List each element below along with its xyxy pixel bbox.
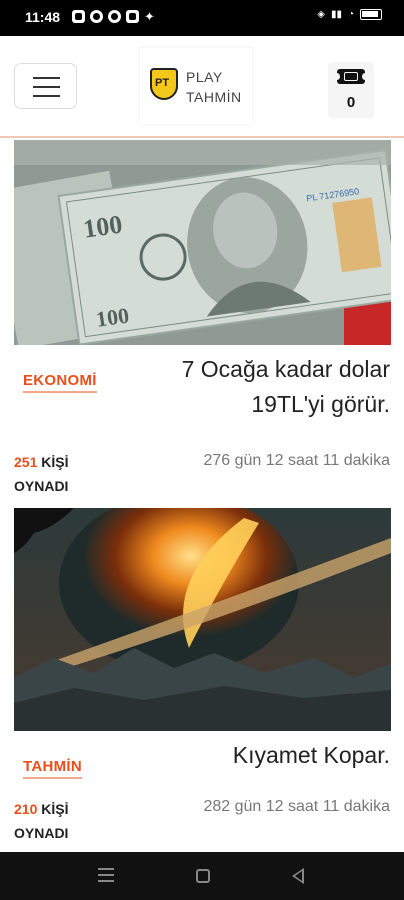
card-2-title[interactable]: Kıyamet Kopar.: [130, 738, 390, 773]
ticket-icon: [334, 69, 368, 84]
system-status: ◈ ▮▮ ◔: [317, 9, 382, 20]
card-2-players-label-2: OYNADI: [14, 825, 69, 841]
vibrate-icon: ◈: [317, 9, 325, 20]
card-2-category[interactable]: TAHMİN: [23, 758, 83, 779]
logo-line-1: PLAY: [186, 69, 223, 85]
logo-text: PLAY TAHMİN: [186, 67, 242, 107]
planet-explosion-image: [14, 508, 391, 731]
card-1-players-label-1: KİŞİ: [41, 454, 69, 470]
card-2-image[interactable]: [14, 508, 391, 731]
logo-line-2: TAHMİN: [186, 89, 242, 105]
card-1-players-label-2: OYNADI: [14, 478, 69, 494]
back-icon[interactable]: [292, 868, 304, 884]
ticket-count: 0: [346, 94, 356, 111]
app-header: PT PLAY TAHMİN 0: [0, 36, 404, 138]
card-1-title[interactable]: 7 Ocağa kadar dolar 19TL'yi görür.: [130, 352, 390, 422]
shield-icon: [126, 10, 139, 23]
ticket-button[interactable]: 0: [328, 62, 374, 118]
battery-icon: [360, 9, 382, 20]
dollar-bills-image: 100 100 PL 71276950: [14, 140, 391, 345]
twitter-icon: ✦: [144, 9, 155, 24]
card-1-players-count: 251: [14, 454, 38, 470]
notification-icons: ✦: [72, 10, 158, 23]
card-2-players: 210 KİŞİ OYNADI: [14, 797, 68, 845]
hamburger-icon-bar: [33, 86, 60, 88]
hamburger-icon: [33, 77, 60, 79]
card-1-remaining-time: 276 gün 12 saat 11 dakika: [203, 452, 390, 469]
menu-button[interactable]: [14, 63, 77, 109]
logo-badge-text: PT: [155, 77, 170, 89]
system-nav-bar: [0, 852, 404, 900]
hamburger-icon-bar: [33, 95, 60, 97]
card-2-players-count: 210: [14, 801, 38, 817]
logo-shield-icon: PT: [150, 68, 178, 100]
signal-icon: ▮▮: [330, 9, 342, 20]
a-icon: [90, 10, 103, 23]
wifi-icon: ◔: [347, 9, 354, 20]
clock-icon: [108, 10, 121, 23]
recent-apps-icon[interactable]: [98, 868, 114, 886]
card-1-category[interactable]: EKONOMİ: [23, 372, 97, 393]
card-1-players: 251 KİŞİ OYNADI: [14, 450, 68, 498]
home-icon[interactable]: [196, 869, 210, 883]
status-time: 11:48: [25, 9, 61, 25]
svg-text:100: 100: [94, 303, 130, 332]
status-bar: 11:48 ✦ ◈ ▮▮ ◔: [0, 0, 404, 36]
messages-icon: [72, 10, 85, 23]
svg-text:100: 100: [81, 210, 124, 244]
app-logo[interactable]: PT PLAY TAHMİN: [140, 48, 252, 124]
card-1-image[interactable]: 100 100 PL 71276950: [14, 140, 391, 345]
card-2-players-label-1: KİŞİ: [41, 801, 69, 817]
card-2-remaining-time: 282 gün 12 saat 11 dakika: [203, 798, 390, 815]
